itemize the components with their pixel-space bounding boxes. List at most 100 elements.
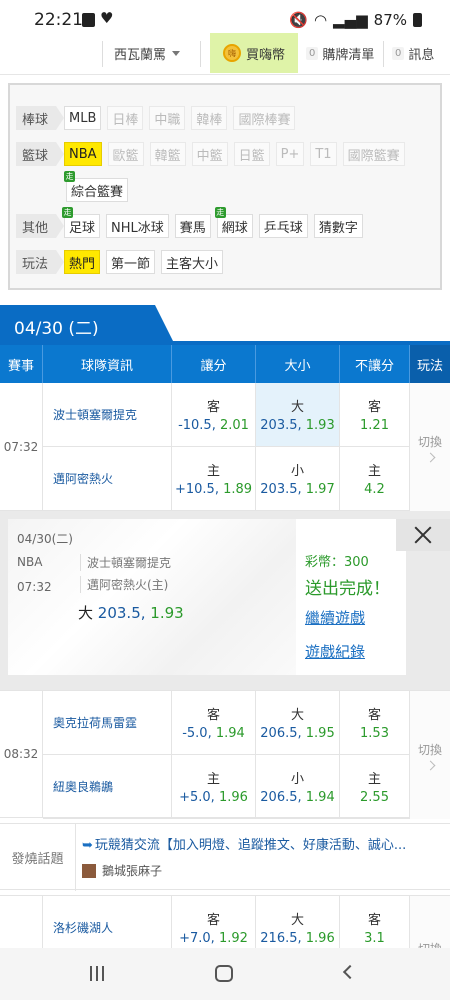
switch-label: 切換 <box>417 435 442 449</box>
switch-label: 切換 <box>417 743 442 757</box>
date-bar: 04/30 (二) <box>0 305 450 345</box>
odds-side-label: 大 <box>290 913 304 928</box>
region-dropdown[interactable]: 西瓦蘭罵 <box>114 33 181 73</box>
chip-table-tennis[interactable]: 乒乓球 <box>258 214 308 238</box>
buy-coins-button[interactable]: 嗨 買嗨幣 <box>210 33 298 73</box>
col-play: 玩法 <box>410 345 450 383</box>
chip-nhl[interactable]: NHL冰球 <box>106 214 169 238</box>
odds-line: +10.5 <box>174 482 215 497</box>
avatar <box>82 863 96 878</box>
odds-moneyline-away[interactable]: 客 1.21 <box>340 383 410 447</box>
chip-number-guess[interactable]: 猜數字 <box>313 214 363 238</box>
chip-bleague[interactable]: 日籃 <box>233 142 270 166</box>
odds-spread-away[interactable]: 客 -5.0, 1.94 <box>172 691 256 755</box>
odds-line: +7.0 <box>179 931 211 946</box>
recent-apps-icon[interactable] <box>90 966 104 981</box>
category-label-baseball: 棒球 <box>16 106 64 130</box>
game-history-link[interactable]: 遊戲紀錄 <box>305 641 365 662</box>
chip-first-quarter[interactable]: 第一節 <box>106 250 156 274</box>
odds-total-over[interactable]: 大 216.5, 1.96 <box>256 896 340 948</box>
chip-npb[interactable]: 日棒 <box>107 106 144 130</box>
hot-topic-title[interactable]: ➥ 玩競猜交流【加入明燈、追蹤推文、好康活動、誠心... <box>82 834 442 853</box>
chip-mixed-basketball[interactable]: 走綜合籃賽 <box>64 171 129 202</box>
odds-spread-away[interactable]: 客 -10.5, 2.01 <box>172 383 256 447</box>
team-away[interactable]: 奧克拉荷馬雷霆 <box>43 691 172 755</box>
odds-value: 1.89 <box>223 482 253 497</box>
odds-line: 203.5 <box>260 482 298 497</box>
mute-icon: 🔇 <box>289 11 308 29</box>
switch-play-button[interactable]: 切換 <box>410 383 450 511</box>
chip-popular[interactable]: 熱門 <box>64 250 101 274</box>
date-tab[interactable]: 04/30 (二) <box>0 305 175 345</box>
buy-coins-label: 買嗨幣 <box>245 47 285 63</box>
switch-play-button[interactable]: 切換 <box>410 691 450 819</box>
home-icon[interactable] <box>215 965 233 982</box>
team-away[interactable]: 洛杉磯湖人 <box>43 896 172 948</box>
odds-spread-home[interactable]: 主 +5.0, 1.96 <box>172 755 256 819</box>
team-away[interactable]: 波士頓塞爾提克 <box>43 383 172 447</box>
chip-soccer[interactable]: 走足球 <box>62 207 101 238</box>
hot-topic-author[interactable]: 鵝城張麻子 <box>82 862 162 879</box>
odds-line: 206.5 <box>260 726 298 741</box>
odds-side-label: 客 <box>206 708 220 723</box>
cart-button[interactable]: 0 購牌清單 <box>306 33 374 73</box>
odds-moneyline-away[interactable]: 客 3.1 <box>340 896 410 948</box>
odds-spread-away[interactable]: 客 +7.0, 1.92 <box>172 896 256 948</box>
coin-icon: 嗨 <box>222 44 241 62</box>
odds-line: +5.0 <box>179 790 211 805</box>
odds-side-label: 大 <box>290 400 304 415</box>
chip-intl-basketball[interactable]: 國際籃賽 <box>342 142 405 166</box>
odds-moneyline-home[interactable]: 主 2.55 <box>340 755 410 819</box>
category-row-basketball: 籃球 NBA 歐籃 韓籃 中籃 日籃 P+ T1 國際籃賽 <box>16 142 436 166</box>
chip-nba[interactable]: NBA <box>64 142 102 166</box>
odds-value: 1.94 <box>215 726 245 741</box>
author-name: 鵝城張麻子 <box>102 864 163 878</box>
odds-total-under[interactable]: 小 203.5, 1.97 <box>256 447 340 511</box>
popup-coins: 彩幣：300 <box>305 555 369 570</box>
odds-value: 3.1 <box>364 931 385 946</box>
odds-side-label: 主 <box>367 772 381 787</box>
chip-kbl[interactable]: 韓籃 <box>149 142 186 166</box>
live-tag: 走 <box>62 207 73 218</box>
chip-mlb[interactable]: MLB <box>64 106 102 130</box>
popup-pick-label: 大 <box>78 604 94 622</box>
chip-cpbl[interactable]: 中職 <box>149 106 186 130</box>
category-label-other: 其他 <box>16 214 64 238</box>
chip-euro-basketball[interactable]: 歐籃 <box>107 142 144 166</box>
signal-icon: ▂▄▆ <box>333 11 368 29</box>
odds-value: 1.21 <box>360 418 389 433</box>
cart-count-badge: 0 <box>306 46 319 60</box>
odds-total-under[interactable]: 小 206.5, 1.94 <box>256 755 340 819</box>
continue-game-link[interactable]: 繼續遊戲 <box>305 607 365 628</box>
chip-kbo[interactable]: 韓棒 <box>191 106 228 130</box>
close-button[interactable] <box>396 519 450 551</box>
odds-total-over[interactable]: 大 203.5, 1.93 <box>256 383 340 447</box>
col-moneyline: 不讓分 <box>340 345 410 383</box>
switch-play-button[interactable]: 切換 <box>410 896 450 948</box>
chip-tennis[interactable]: 走網球 <box>214 207 253 238</box>
hot-topic-row[interactable]: 發燒話題 ➥ 玩競猜交流【加入明燈、追蹤推文、好康活動、誠心... 鵝城張麻子 <box>0 823 450 891</box>
odds-side-label: 大 <box>290 708 304 723</box>
col-spread: 讓分 <box>172 345 256 383</box>
chip-intl-baseball[interactable]: 國際棒賽 <box>233 106 296 130</box>
team-home[interactable]: 紐奧良鵜鶘 <box>43 755 172 819</box>
messages-button[interactable]: 0 訊息 <box>392 33 434 73</box>
team-home[interactable]: 邁阿密熱火 <box>43 447 172 511</box>
message-icon <box>82 13 95 27</box>
chip-p-plus[interactable]: P+ <box>275 142 305 166</box>
chip-t1[interactable]: T1 <box>310 142 337 166</box>
col-event: 賽事 <box>0 345 43 383</box>
odds-total-over[interactable]: 大 206.5, 1.95 <box>256 691 340 755</box>
odds-moneyline-home[interactable]: 主 4.2 <box>340 447 410 511</box>
odds-moneyline-away[interactable]: 客 1.53 <box>340 691 410 755</box>
chevron-right-icon <box>425 760 435 771</box>
category-row-other: 其他 走足球 NHL冰球 賽馬 走網球 乒乓球 猜數字 <box>16 207 369 238</box>
odds-spread-home[interactable]: 主 +10.5, 1.89 <box>172 447 256 511</box>
odds-value: 1.95 <box>305 726 335 741</box>
chip-cba[interactable]: 中籃 <box>191 142 228 166</box>
odds-value: 1.53 <box>360 726 389 741</box>
back-icon[interactable] <box>342 964 358 980</box>
chip-home-away-total[interactable]: 主客大小 <box>161 250 224 274</box>
share-arrow-icon: ➥ <box>82 838 93 853</box>
chip-horse-racing[interactable]: 賽馬 <box>174 214 211 238</box>
